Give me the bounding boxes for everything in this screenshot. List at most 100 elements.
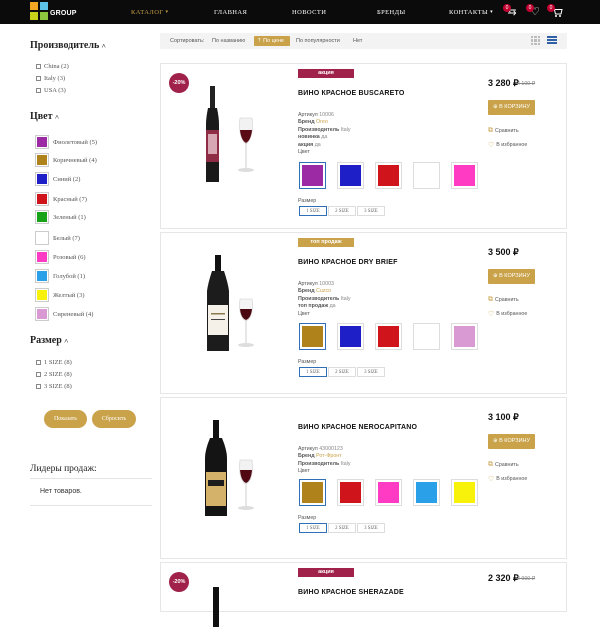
favorite-link[interactable]: ♡ В избранное: [488, 310, 527, 318]
add-to-cart-button[interactable]: ⊕ В КОРЗИНУ: [488, 100, 535, 115]
filter-color-option[interactable]: Сиреневый (4): [35, 307, 93, 321]
size-option[interactable]: 1 SIZE: [299, 367, 327, 377]
product-image[interactable]: [196, 420, 266, 525]
size-option[interactable]: 3 SIZE: [357, 523, 385, 533]
filter-size-option[interactable]: 3 SIZE (8): [36, 383, 72, 390]
product-name[interactable]: ВИНО КРАСНОЕ DRY BRIEF: [298, 259, 398, 266]
product-color-swatch[interactable]: [451, 479, 478, 506]
filter-color-option[interactable]: Голубой (1): [35, 269, 85, 283]
product-image[interactable]: [196, 255, 266, 360]
product-color-swatch[interactable]: [413, 479, 440, 506]
color-swatch[interactable]: [35, 172, 49, 186]
color-swatch[interactable]: [35, 269, 49, 283]
filter-color-option[interactable]: Красный (7): [35, 192, 87, 206]
filter-size-title[interactable]: Размер ˄: [30, 335, 68, 346]
product-name[interactable]: ВИНО КРАСНОЕ NEROCAPITANO: [298, 424, 417, 431]
product-color-swatch[interactable]: [337, 479, 364, 506]
show-filter-button[interactable]: Показать: [44, 410, 87, 428]
compare-link[interactable]: ⧉ Сравнить: [488, 296, 519, 304]
meta-label: Производитель: [298, 126, 340, 133]
product-color-swatch[interactable]: [299, 323, 326, 350]
divider: [30, 478, 152, 479]
product-name[interactable]: ВИНО КРАСНОЕ SHERAZADE: [298, 589, 404, 596]
favorite-link[interactable]: ♡ В избранное: [488, 141, 527, 149]
product-color-swatch[interactable]: [337, 162, 364, 189]
sort-by-name[interactable]: По названию: [212, 38, 245, 44]
product-color-swatch[interactable]: [299, 162, 326, 189]
filter-color-option[interactable]: Желтый (3): [35, 288, 85, 302]
product-color-swatch[interactable]: [413, 162, 440, 189]
old-price: 2 900 ₽: [517, 576, 536, 582]
site-logo[interactable]: GROUP: [30, 0, 76, 24]
size-option[interactable]: 2 SIZE: [328, 367, 356, 377]
color-swatch[interactable]: [35, 135, 49, 149]
list-view-icon[interactable]: [547, 36, 557, 45]
color-swatch[interactable]: [35, 288, 49, 302]
product-image[interactable]: [196, 587, 266, 632]
filter-color-option[interactable]: Белый (7): [35, 231, 80, 245]
favorite-link[interactable]: ♡ В избранное: [488, 475, 527, 483]
nav-news[interactable]: НОВОСТИ: [292, 0, 326, 24]
product-name[interactable]: ВИНО КРАСНОЕ BUSCARETO: [298, 90, 405, 97]
filter-color-option[interactable]: Зеленый (1): [35, 210, 86, 224]
checkbox[interactable]: [36, 88, 41, 93]
sort-none[interactable]: Нет: [353, 38, 362, 44]
filter-manufacturer-title[interactable]: Производитель ˄: [30, 40, 106, 51]
size-option[interactable]: 3 SIZE: [357, 367, 385, 377]
compare-link[interactable]: ⧉ Сравнить: [488, 127, 519, 135]
checkbox[interactable]: [36, 76, 41, 81]
logo-square: [30, 12, 38, 20]
product-color-swatch[interactable]: [337, 323, 364, 350]
meta-value[interactable]: Oreo: [316, 119, 328, 125]
filter-color-title[interactable]: Цвет ˄: [30, 111, 59, 122]
color-swatch[interactable]: [35, 192, 49, 206]
color-swatch[interactable]: [35, 307, 49, 321]
color-swatch[interactable]: [35, 153, 49, 167]
filter-size-option[interactable]: 2 SIZE (8): [36, 371, 72, 378]
product-color-swatch[interactable]: [375, 479, 402, 506]
size-option[interactable]: 1 SIZE: [299, 206, 327, 216]
sort-by-popularity[interactable]: По популярности: [296, 38, 340, 44]
checkbox[interactable]: [36, 384, 41, 389]
color-swatch[interactable]: [35, 250, 49, 264]
color-swatch[interactable]: [35, 210, 49, 224]
grid-view-icon[interactable]: [531, 36, 540, 45]
color-swatch[interactable]: [35, 231, 49, 245]
size-option[interactable]: 3 SIZE: [357, 206, 385, 216]
filter-color-option[interactable]: Коричневый (4): [35, 153, 97, 167]
checkbox[interactable]: [36, 360, 41, 365]
product-image[interactable]: [196, 86, 266, 191]
filter-manufacturer-option[interactable]: USA (3): [36, 87, 66, 94]
filter-color-option[interactable]: Розовый (6): [35, 250, 86, 264]
checkbox[interactable]: [36, 64, 41, 69]
filter-color-option[interactable]: Фиолетовый (5): [35, 135, 97, 149]
size-option[interactable]: 2 SIZE: [328, 206, 356, 216]
nav-catalog[interactable]: КАТАЛОГ ▾: [131, 0, 168, 24]
product-color-swatch[interactable]: [451, 162, 478, 189]
filter-manufacturer-option[interactable]: China (2): [36, 63, 69, 70]
size-option[interactable]: 2 SIZE: [328, 523, 356, 533]
add-to-cart-button[interactable]: ⊕ В КОРЗИНУ: [488, 434, 535, 449]
sort-by-price[interactable]: ⇡ По цене: [254, 36, 290, 46]
product-price: 3 500 ₽: [488, 247, 519, 257]
compare-link[interactable]: ⧉ Сравнить: [488, 461, 519, 469]
add-to-cart-button[interactable]: ⊕ В КОРЗИНУ: [488, 269, 535, 284]
reset-filter-button[interactable]: Сбросить: [92, 410, 136, 428]
filter-manufacturer-option[interactable]: Italy (3): [36, 75, 65, 82]
product-color-swatch[interactable]: [375, 162, 402, 189]
meta-value[interactable]: Рот-Фронт: [316, 453, 342, 459]
nav-home[interactable]: ГЛАВНАЯ: [214, 0, 247, 24]
nav-contacts[interactable]: КОНТАКТЫ ▾: [449, 0, 493, 24]
checkbox[interactable]: [36, 372, 41, 377]
product-color-swatch[interactable]: [375, 323, 402, 350]
meta-value: 10006: [319, 112, 334, 118]
meta-producer: Производитель Italy: [298, 127, 351, 134]
nav-brands[interactable]: БРЕНДЫ: [377, 0, 406, 24]
product-color-swatch[interactable]: [413, 323, 440, 350]
filter-color-option[interactable]: Синий (2): [35, 172, 80, 186]
product-color-swatch[interactable]: [299, 479, 326, 506]
filter-size-option[interactable]: 1 SIZE (8): [36, 359, 72, 366]
meta-value[interactable]: Cuzco: [316, 288, 331, 294]
size-option[interactable]: 1 SIZE: [299, 523, 327, 533]
product-color-swatch[interactable]: [451, 323, 478, 350]
